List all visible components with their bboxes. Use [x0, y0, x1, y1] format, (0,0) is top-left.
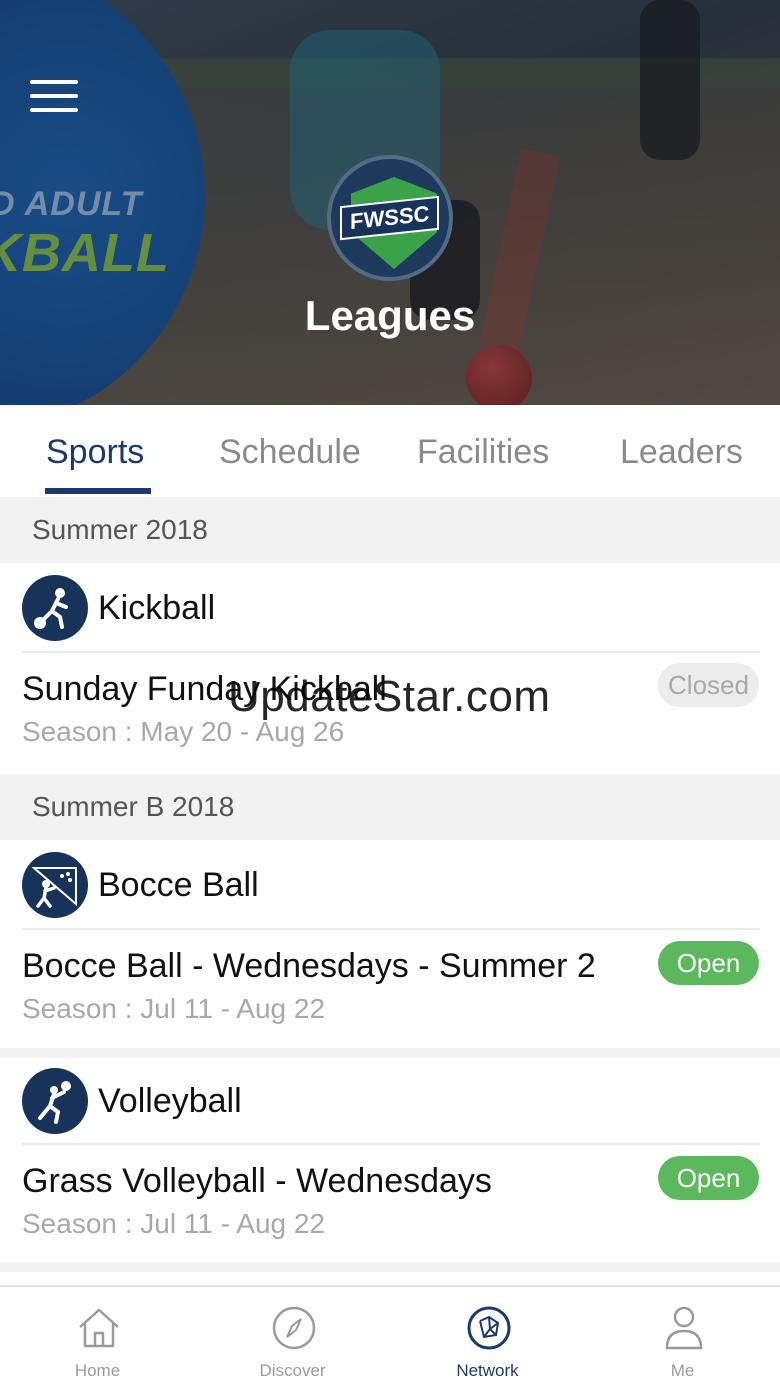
tab-facilities[interactable]: Facilities	[417, 433, 549, 472]
bottom-navigation: Home Discover Network Me	[0, 1285, 780, 1387]
person-icon	[665, 1306, 703, 1350]
compass-icon	[272, 1306, 316, 1350]
sport-row-volleyball[interactable]: Volleyball	[0, 1058, 780, 1146]
card-separator	[0, 1048, 780, 1058]
menu-icon-bar	[30, 94, 78, 98]
tab-bar: Sports Schedule Facilities Leaders	[0, 405, 780, 497]
divider	[22, 1143, 760, 1145]
section-header: Summer 2018	[0, 497, 780, 563]
status-badge-open[interactable]: Open	[658, 1156, 759, 1200]
nav-label: Discover	[259, 1361, 326, 1380]
sport-row-bocce-ball[interactable]: Bocce Ball	[0, 842, 780, 930]
sport-name: Kickball	[98, 589, 216, 627]
menu-icon-bar	[30, 80, 78, 84]
league-name[interactable]: Grass Volleyball - Wednesdays	[22, 1162, 492, 1201]
menu-button[interactable]	[30, 80, 78, 116]
tab-sports[interactable]: Sports	[46, 433, 144, 472]
nav-label: Me	[670, 1361, 695, 1380]
card-separator	[0, 1262, 780, 1272]
watermark-text: UpdateStar.com	[228, 672, 551, 721]
nav-network[interactable]: Network	[390, 1287, 585, 1387]
section-header: Summer B 2018	[0, 774, 780, 840]
page-title: Leagues	[304, 292, 476, 339]
status-badge-open[interactable]: Open	[658, 941, 759, 985]
nav-label: Home	[74, 1361, 121, 1380]
menu-icon-bar	[30, 108, 78, 112]
active-tab-indicator	[45, 488, 151, 494]
bocce-ball-icon	[22, 852, 88, 918]
tab-schedule[interactable]: Schedule	[219, 433, 361, 472]
league-name[interactable]: Bocce Ball - Wednesdays - Summer 2	[22, 947, 596, 986]
divider	[22, 651, 760, 653]
sport-row-kickball[interactable]: Kickball	[0, 565, 780, 653]
sport-name: Volleyball	[98, 1082, 242, 1120]
tab-leaders[interactable]: Leaders	[620, 433, 743, 472]
nav-label: Network	[456, 1361, 519, 1380]
network-icon	[467, 1306, 511, 1350]
league-season: Season : Jul 11 - Aug 22	[22, 1208, 326, 1239]
sport-name: Bocce Ball	[98, 866, 259, 904]
status-badge-closed[interactable]: Closed	[658, 663, 759, 707]
nav-home[interactable]: Home	[0, 1287, 195, 1387]
volleyball-icon	[22, 1068, 88, 1134]
kickball-icon	[22, 575, 88, 641]
fwssc-logo: FWSSC	[327, 155, 453, 281]
home-icon	[79, 1308, 119, 1348]
league-season: Season : Jul 11 - Aug 22	[22, 993, 326, 1024]
nav-me[interactable]: Me	[585, 1287, 780, 1387]
nav-discover[interactable]: Discover	[195, 1287, 390, 1387]
divider	[22, 928, 760, 930]
